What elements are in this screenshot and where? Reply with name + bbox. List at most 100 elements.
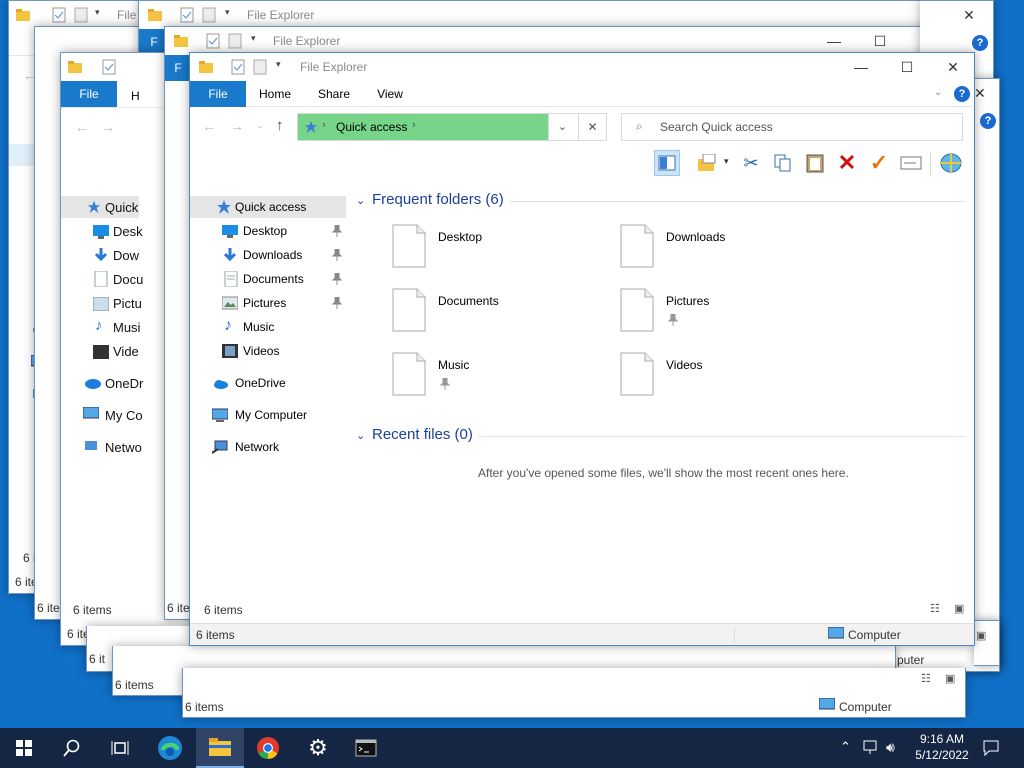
properties-icon[interactable] [101, 59, 117, 75]
address-clear-button[interactable]: ✕ [578, 114, 606, 140]
terminal-button[interactable] [342, 728, 390, 768]
collapse-chevron-icon[interactable]: ⌄ [356, 194, 365, 207]
properties-icon[interactable] [230, 59, 246, 75]
minimize-button[interactable]: — [811, 31, 857, 51]
rename-button[interactable] [898, 150, 924, 176]
nav-item-pictures[interactable]: Pictu [113, 296, 142, 311]
forward-arrow-icon[interactable]: → [101, 119, 115, 135]
nav-item-videos[interactable]: Vide [113, 344, 139, 359]
title-bar[interactable]: ▾ File Explorer [139, 1, 921, 29]
tab-view[interactable]: View [366, 81, 414, 107]
folder-downloads[interactable]: Downloads [620, 224, 820, 278]
tab-home[interactable]: Home [250, 81, 300, 107]
paste-button[interactable] [802, 150, 828, 176]
edge-button[interactable] [146, 728, 194, 768]
pin-icon[interactable] [332, 273, 342, 285]
nav-item-my-computer[interactable]: My Computer [190, 404, 346, 426]
nav-item-videos[interactable]: Videos [190, 340, 346, 362]
file-explorer-button[interactable] [196, 728, 244, 768]
search-button[interactable] [48, 728, 96, 768]
close-button[interactable]: ✕ [974, 85, 986, 102]
task-view-button[interactable] [96, 728, 144, 768]
address-location[interactable]: Quick access [336, 120, 407, 134]
close-button[interactable]: ✕ [946, 5, 992, 25]
properties-icon[interactable] [205, 33, 221, 49]
address-history-dropdown[interactable]: ⌄ [548, 114, 576, 140]
forward-arrow-icon[interactable]: → [230, 118, 244, 134]
tab-file[interactable]: File [61, 81, 117, 107]
title-bar[interactable]: ▾ File Explorer — ☐ ✕ [190, 53, 974, 81]
notifications-icon[interactable] [982, 739, 1000, 757]
folder-music[interactable]: Music [392, 352, 592, 406]
recent-files-header[interactable]: Recent files (0) [372, 426, 473, 443]
network-status-icon[interactable] [862, 739, 880, 757]
help-icon[interactable]: ? [954, 86, 970, 102]
recent-locations-icon[interactable]: ⌄ [256, 120, 264, 131]
view-details-icon[interactable]: ☷ [921, 672, 931, 685]
explorer-window-back-10[interactable]: ☷ ▣ 6 items Computer [182, 668, 966, 718]
view-large-icons-icon[interactable]: ▣ [945, 672, 955, 685]
web-button[interactable] [938, 150, 964, 176]
copy-button[interactable] [770, 150, 796, 176]
delete-button[interactable]: ✕ [834, 150, 860, 176]
tab-home-partial[interactable]: H [131, 89, 140, 103]
view-large-icons-icon[interactable]: ▣ [976, 629, 986, 642]
volume-icon[interactable]: 🔊︎ [886, 739, 895, 768]
customize-qat-icon[interactable]: ▾ [276, 59, 292, 75]
pin-icon[interactable] [668, 314, 678, 326]
address-bar[interactable]: › Quick access › ⌄ ✕ [297, 113, 607, 141]
nav-item-my-computer[interactable]: My Co [105, 408, 143, 423]
view-options-button[interactable] [694, 150, 720, 176]
up-arrow-icon[interactable]: ↑ [276, 117, 284, 134]
breadcrumb-separator-icon[interactable]: › [412, 119, 416, 131]
pin-icon[interactable] [332, 225, 342, 237]
tab-share[interactable]: Share [308, 81, 360, 107]
pin-icon[interactable] [332, 297, 342, 309]
title-bar[interactable]: ▾ File Explorer — ☐ ✕ [165, 27, 947, 55]
folder-pictures[interactable]: Pictures [620, 288, 820, 342]
tab-file[interactable]: File [190, 81, 246, 107]
customize-qat-icon[interactable]: ▾ [225, 7, 241, 23]
show-hidden-icons-icon[interactable]: ⌃ [840, 739, 851, 768]
nav-item-desktop[interactable]: Desk [113, 224, 143, 239]
help-icon[interactable]: ? [972, 35, 988, 51]
explorer-window-front[interactable]: ▾ File Explorer — ☐ ✕ File Home Share Vi… [189, 52, 975, 646]
breadcrumb-separator-icon[interactable]: › [322, 119, 326, 131]
properties-icon[interactable] [51, 7, 67, 23]
nav-item-network[interactable]: Netwo [105, 440, 142, 455]
help-icon[interactable]: ? [980, 113, 996, 129]
new-folder-icon[interactable] [252, 59, 268, 75]
view-details-icon[interactable]: ☷ [930, 602, 940, 615]
view-dropdown-icon[interactable]: ▾ [724, 156, 729, 167]
view-large-icons-icon[interactable]: ▣ [954, 602, 964, 615]
close-button[interactable]: ✕ [930, 57, 974, 77]
maximize-button[interactable]: ☐ [857, 31, 903, 51]
explorer-window-back-7[interactable]: ? ✕ [972, 78, 1000, 670]
chrome-button[interactable] [244, 728, 292, 768]
start-button[interactable] [0, 728, 48, 768]
nav-item-pictures[interactable]: Pictures [190, 292, 346, 314]
new-folder-icon[interactable] [201, 7, 217, 23]
pin-icon[interactable] [332, 249, 342, 261]
ribbon-expand-icon[interactable]: ⌄ [934, 87, 942, 98]
search-placeholder[interactable]: Search Quick access [660, 120, 773, 134]
customize-qat-icon[interactable]: ▾ [95, 7, 111, 23]
preview-pane-button[interactable] [654, 150, 680, 176]
nav-item-desktop[interactable]: Desktop [190, 220, 346, 242]
cut-button[interactable]: ✂ [738, 150, 764, 176]
settings-button[interactable]: ⚙ [294, 728, 342, 768]
minimize-button[interactable]: — [838, 57, 884, 77]
maximize-button[interactable]: ☐ [884, 57, 930, 77]
search-box[interactable]: ⌕ Search Quick access [621, 113, 963, 141]
nav-item-downloads[interactable]: Dow [113, 248, 139, 263]
customize-qat-icon[interactable]: ▾ [251, 33, 267, 49]
frequent-folders-header[interactable]: Frequent folders (6) [372, 191, 504, 208]
nav-item-quick-access[interactable]: Quick access [190, 196, 346, 218]
nav-item-onedrive[interactable]: OneDr [105, 376, 143, 391]
quick-access-label[interactable]: Quick [105, 200, 138, 215]
nav-item-onedrive[interactable]: OneDrive [190, 372, 346, 394]
new-folder-icon[interactable] [227, 33, 243, 49]
nav-item-network[interactable]: Network [190, 436, 346, 458]
folder-videos[interactable]: Videos [620, 352, 820, 406]
properties-icon[interactable] [179, 7, 195, 23]
